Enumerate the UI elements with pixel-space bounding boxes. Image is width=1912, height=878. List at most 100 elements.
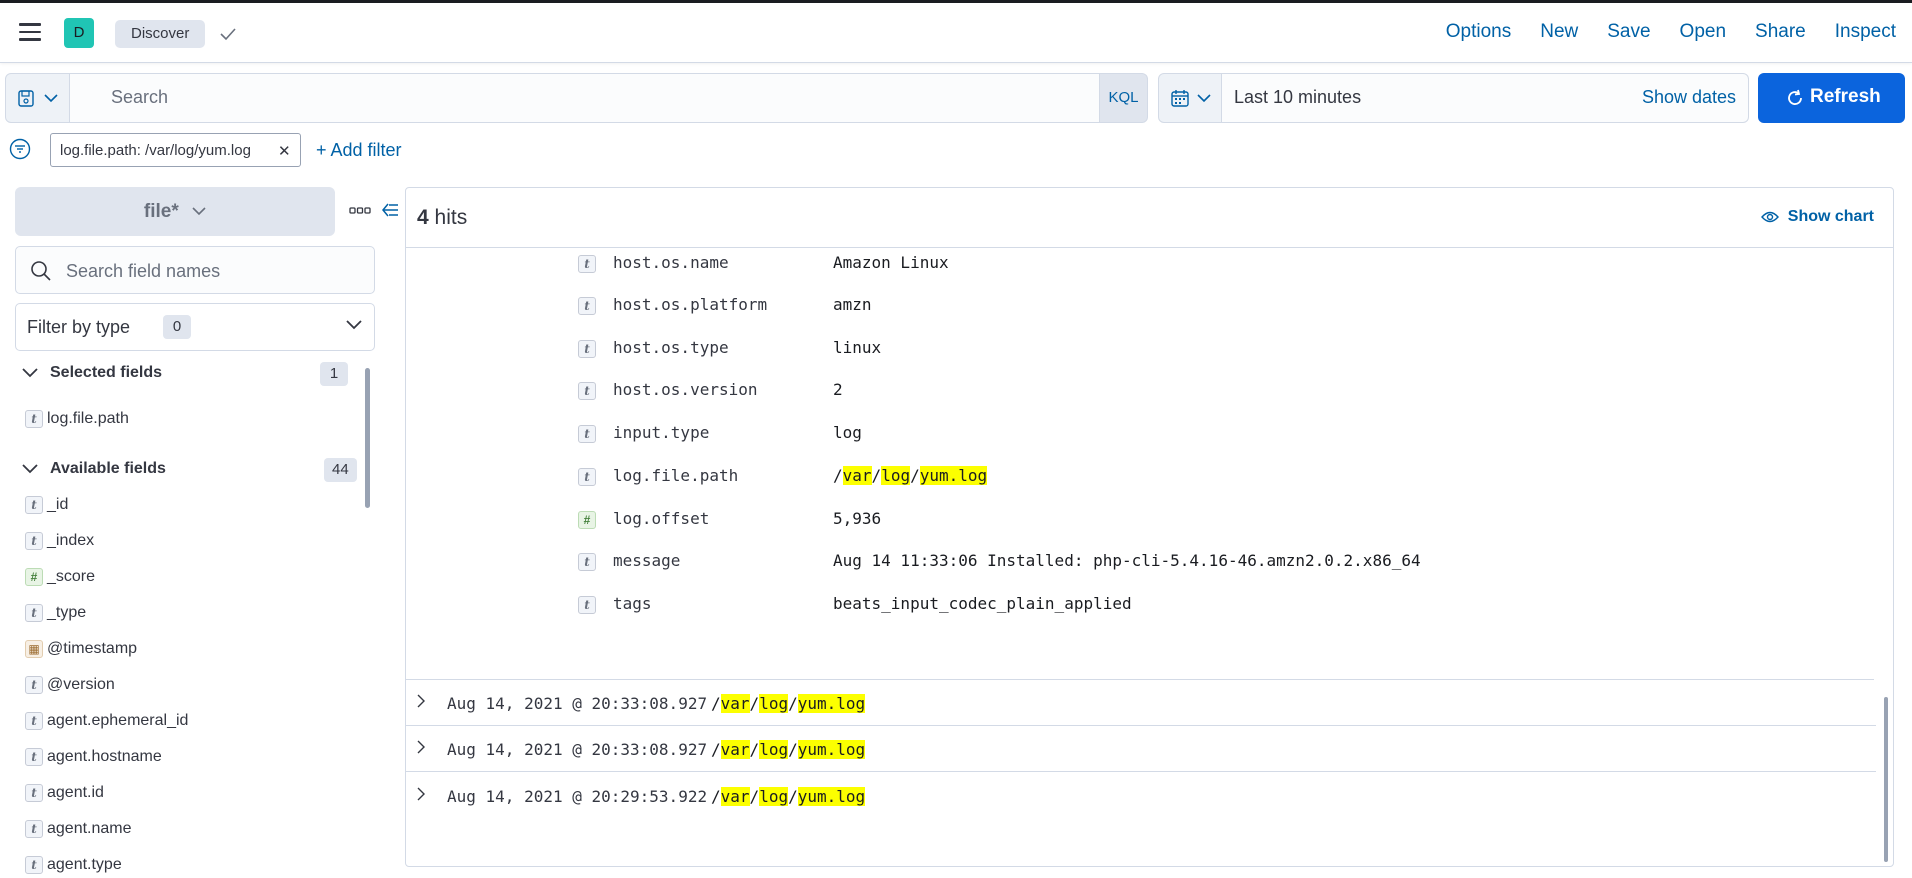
field-item[interactable]: t _type [25, 604, 86, 626]
doc-field-name: log.offset [613, 509, 710, 528]
field-name: @timestamp [47, 640, 138, 658]
collapse-sidebar-icon[interactable] [380, 200, 400, 220]
doc-field-value: Amazon Linux [833, 253, 949, 272]
nav-save[interactable]: Save [1607, 21, 1650, 43]
chevron-down-icon [22, 368, 38, 378]
doc-field-name: host.os.platform [613, 295, 768, 314]
chevron-right-icon[interactable] [416, 740, 426, 754]
menu-icon[interactable] [19, 23, 41, 41]
index-pattern-selector[interactable]: file* [15, 187, 335, 236]
query-search-input[interactable]: Search [70, 73, 1099, 123]
date-range-value: Last 10 minutes [1234, 87, 1362, 107]
doc-field-value: 5,936 [833, 509, 882, 528]
field-name: _index [47, 532, 95, 550]
doc-field-name: host.os.name [613, 253, 729, 272]
remove-filter-icon[interactable]: ✕ [278, 142, 291, 160]
chevron-right-icon[interactable] [416, 787, 426, 801]
string-type-icon: t [578, 553, 596, 571]
hits-label: hits [428, 206, 468, 229]
doc-field-value: Aug 14 11:33:06 Installed: php-cli-5.4.1… [833, 551, 1421, 570]
selected-field-item[interactable]: t log.file.path [25, 410, 129, 432]
filter-pill[interactable]: log.file.path: /var/log/yum.log ✕ [50, 133, 301, 167]
refresh-icon [1788, 89, 1802, 105]
string-type-icon: t [578, 596, 596, 614]
field-name: agent.name [47, 820, 132, 838]
doc-field-value: beats_input_codec_plain_applied [833, 594, 1132, 613]
field-item[interactable]: t _id [25, 496, 68, 518]
divider [406, 247, 1893, 248]
field-name: _type [47, 604, 87, 622]
table-row[interactable]: Aug 14, 2021 @ 20:33:08.927 /var/log/yum… [406, 680, 1876, 726]
chevron-down-icon [22, 464, 38, 474]
string-type-icon: t [578, 340, 596, 358]
number-type-icon: # [578, 511, 596, 529]
row-timestamp: Aug 14, 2021 @ 20:33:08.927 [447, 694, 708, 713]
saved-query-button[interactable] [5, 73, 70, 123]
field-item[interactable]: # _score [25, 568, 95, 590]
breadcrumb-discover[interactable]: Discover [115, 20, 206, 48]
nav-open[interactable]: Open [1680, 21, 1726, 43]
add-filter-button[interactable]: + Add filter [316, 140, 402, 161]
hits-count: 4 [417, 206, 429, 229]
date-quick-menu-button[interactable] [1158, 73, 1222, 123]
field-item[interactable]: t agent.type [25, 856, 122, 878]
refresh-button[interactable]: Refresh [1758, 73, 1905, 123]
doc-field-name: log.file.path [613, 466, 739, 485]
field-name: log.file.path [47, 410, 129, 428]
check-icon [220, 28, 236, 41]
string-type-icon: t [25, 856, 43, 874]
row-path: /var/log/yum.log [711, 787, 866, 806]
row-timestamp: Aug 14, 2021 @ 20:33:08.927 [447, 740, 708, 759]
nav-share[interactable]: Share [1755, 21, 1806, 43]
chevron-down-icon [192, 207, 206, 216]
field-name: _score [47, 568, 96, 586]
date-range-display[interactable]: Last 10 minutes Show dates [1222, 73, 1749, 123]
string-type-icon: t [578, 468, 596, 486]
selected-fields-label: Selected fields [50, 364, 163, 381]
row-timestamp: Aug 14, 2021 @ 20:29:53.922 [447, 787, 708, 806]
filter-by-type-label: Filter by type [27, 317, 131, 337]
field-name: _id [47, 496, 69, 514]
doc-field-value: log [833, 423, 862, 442]
results-panel: 4 hits Show chart t host.os.name Amazon Li… [405, 187, 1894, 867]
filter-menu-icon[interactable] [9, 138, 31, 160]
field-item[interactable]: ▦ @timestamp [25, 640, 137, 662]
nav-options[interactable]: Options [1446, 21, 1511, 43]
filter-by-type-button[interactable]: Filter by type 0 [15, 303, 375, 351]
top-nav: Options New Save Open Share Inspect [1417, 21, 1896, 43]
show-chart-button[interactable]: Show chart [1760, 208, 1874, 226]
nav-inspect[interactable]: Inspect [1835, 21, 1896, 43]
field-name: agent.ephemeral_id [47, 712, 189, 730]
filter-pill-label: log.file.path: /var/log/yum.log [60, 142, 251, 159]
field-item[interactable]: t @version [25, 676, 115, 698]
show-dates-link[interactable]: Show dates [1642, 87, 1736, 108]
sidebar-scrollbar[interactable] [365, 368, 370, 508]
field-item[interactable]: t agent.id [25, 784, 104, 806]
table-row[interactable]: Aug 14, 2021 @ 20:33:08.927 /var/log/yum… [406, 726, 1876, 772]
doc-field-value: 2 [833, 380, 843, 399]
field-item[interactable]: t agent.ephemeral_id [25, 712, 188, 734]
top-header: D Discover Options New Save Open Share I… [0, 0, 1912, 63]
string-type-icon: t [25, 410, 43, 428]
string-type-icon: t [25, 748, 43, 766]
doc-field-name: host.os.version [613, 380, 758, 399]
number-type-icon: # [25, 568, 43, 586]
field-item[interactable]: t _index [25, 532, 94, 554]
string-type-icon: t [25, 712, 43, 730]
field-item[interactable]: t agent.name [25, 820, 132, 842]
doc-field-name: input.type [613, 423, 710, 442]
doc-field-value: amzn [833, 295, 872, 314]
more-options-icon[interactable] [349, 206, 371, 216]
search-icon [31, 261, 51, 281]
kql-toggle-button[interactable]: KQL [1099, 73, 1148, 123]
results-scrollbar[interactable] [1884, 697, 1888, 862]
string-type-icon: t [25, 820, 43, 838]
field-name: agent.type [47, 856, 122, 874]
space-avatar[interactable]: D [64, 18, 94, 48]
chevron-right-icon[interactable] [416, 694, 426, 708]
table-row[interactable]: Aug 14, 2021 @ 20:29:53.922 /var/log/yum… [406, 773, 1876, 819]
nav-new[interactable]: New [1540, 21, 1578, 43]
field-item[interactable]: t agent.hostname [25, 748, 162, 770]
field-search-input[interactable]: Search field names [15, 246, 375, 294]
string-type-icon: t [25, 496, 43, 514]
